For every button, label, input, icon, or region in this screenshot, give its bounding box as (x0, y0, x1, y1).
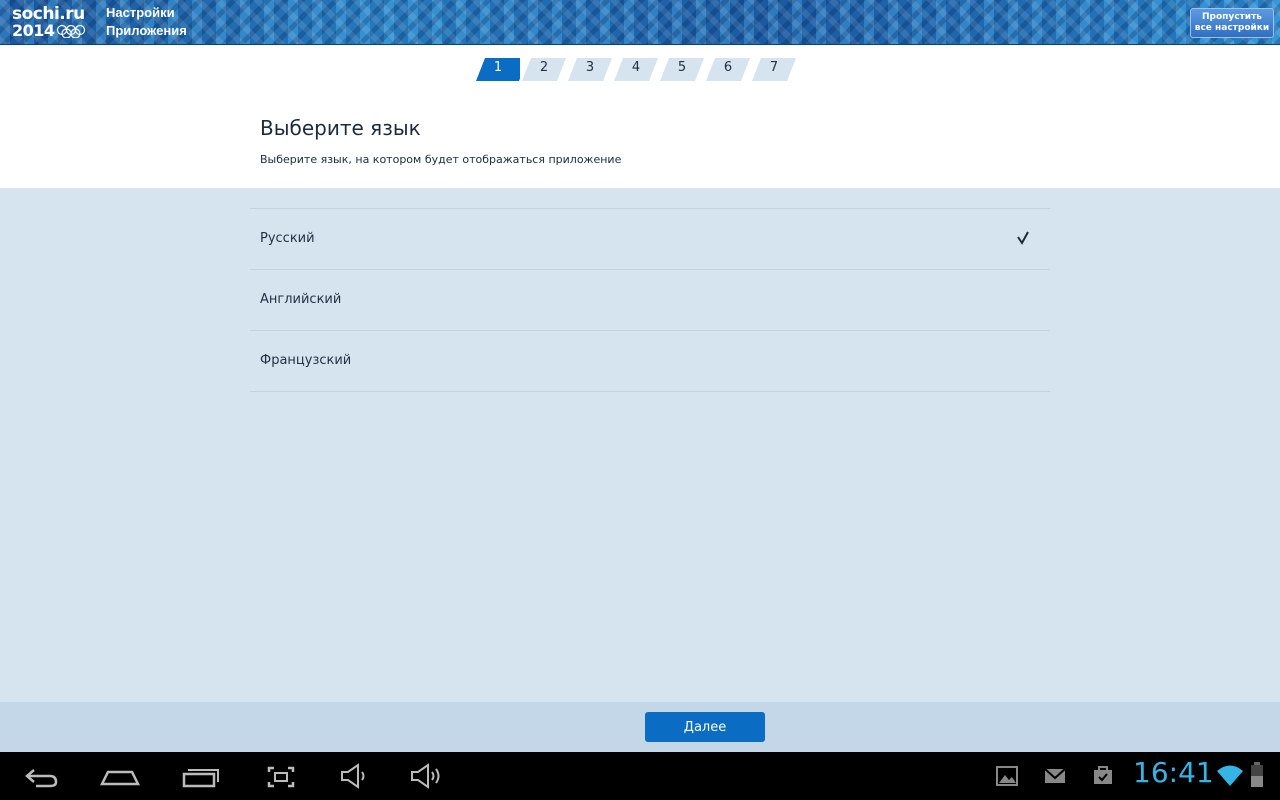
page-subtitle: Выберите язык, на котором будет отобража… (260, 153, 622, 166)
header-title-line1: Настройки (106, 5, 175, 20)
language-option-russian[interactable]: Русский (250, 209, 1050, 270)
volume-down-icon[interactable] (338, 760, 370, 792)
skip-all-settings-button[interactable]: Пропустить все настройки (1190, 8, 1274, 38)
back-icon[interactable] (22, 760, 60, 792)
step-1-label: 1 (493, 60, 503, 75)
step-5[interactable]: 5 (660, 58, 704, 81)
status-clock: 16:41 (1133, 756, 1214, 789)
language-label: Английский (260, 292, 342, 307)
skip-button-line2: все настройки (1194, 23, 1270, 33)
step-4[interactable]: 4 (614, 58, 658, 81)
step-3[interactable]: 3 (568, 58, 612, 81)
footer-bar (0, 702, 1280, 752)
language-option-french[interactable]: Французский (250, 331, 1050, 392)
gmail-notification-icon[interactable] (1043, 760, 1067, 792)
logo-text-year: 2014 (12, 21, 55, 40)
screenshot-icon[interactable] (266, 760, 296, 792)
checkmark-icon (1017, 231, 1029, 245)
step-1[interactable]: 1 (476, 58, 520, 81)
step-7-label: 7 (769, 60, 779, 75)
step-5-label: 5 (677, 60, 687, 75)
step-4-label: 4 (631, 60, 641, 75)
step-2-label: 2 (539, 60, 549, 75)
app-header: sochi.ru 2014 Настройки Приложения Пропу… (0, 0, 1280, 45)
wifi-icon (1217, 765, 1243, 786)
home-icon[interactable] (100, 760, 140, 792)
header-title: Настройки Приложения (106, 4, 187, 40)
gallery-notification-icon[interactable] (995, 760, 1019, 792)
language-label: Русский (260, 231, 315, 246)
header-title-line2: Приложения (106, 23, 187, 38)
sochi-2014-logo: sochi.ru 2014 (12, 4, 100, 40)
skip-button-line1: Пропустить (1201, 12, 1262, 22)
volume-up-icon[interactable] (408, 760, 444, 792)
next-button[interactable]: Далее (645, 712, 765, 742)
step-6-label: 6 (723, 60, 733, 75)
system-navigation-bar (0, 752, 1280, 800)
step-3-label: 3 (585, 60, 595, 75)
language-option-english[interactable]: Английский (250, 270, 1050, 331)
recent-apps-icon[interactable] (182, 760, 220, 792)
battery-icon (1251, 762, 1263, 787)
language-label: Французский (260, 353, 352, 368)
market-notification-icon[interactable] (1091, 760, 1115, 792)
step-7[interactable]: 7 (752, 58, 796, 81)
page-title: Выберите язык (260, 116, 421, 140)
step-2[interactable]: 2 (522, 58, 566, 81)
olympic-rings-icon (56, 24, 86, 38)
language-list: Русский Английский Французский (250, 208, 1050, 392)
step-6[interactable]: 6 (706, 58, 750, 81)
